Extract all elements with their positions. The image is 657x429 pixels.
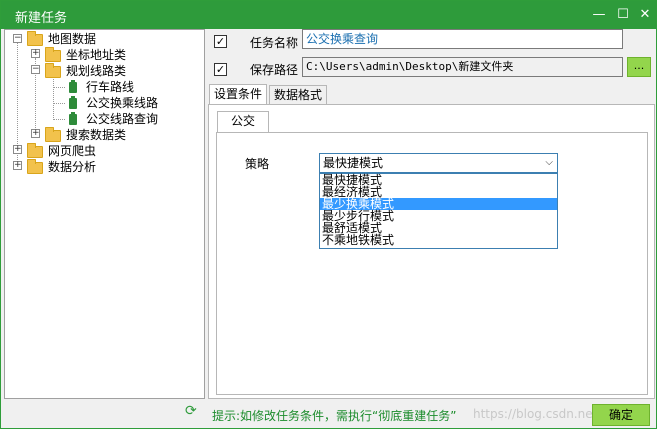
strategy-dropdown: 最快捷模式 最经济模式 最少换乘模式 最少步行模式 最舒适模式 不乘地铁模式: [319, 173, 558, 249]
leaf-icon: [69, 96, 77, 109]
expand-icon[interactable]: +: [31, 129, 40, 138]
tree-line: [53, 87, 65, 88]
tree-item-drive[interactable]: 行车路线: [86, 79, 134, 95]
strategy-selected-value: 最快捷模式: [323, 156, 384, 170]
leaf-icon: [69, 80, 77, 93]
collapse-icon[interactable]: −: [13, 34, 22, 43]
ok-button[interactable]: 确定: [592, 404, 650, 426]
folder-icon: [45, 47, 61, 62]
folder-icon: [27, 31, 43, 46]
refresh-icon[interactable]: ⟳: [185, 403, 197, 419]
window-title: 新建任务: [15, 11, 68, 26]
collapse-icon[interactable]: −: [31, 65, 40, 74]
strategy-label: 策略: [245, 157, 270, 171]
save-path-checkbox[interactable]: ✓: [214, 63, 227, 76]
watermark-text: https://blog.csdn.net/: [473, 407, 602, 421]
folder-icon: [27, 143, 43, 158]
expand-icon[interactable]: +: [13, 145, 22, 154]
category-tree: − 地图数据 + 坐标地址类 − 规划线路类 行车路线 公交换乘线路 公交线路查…: [4, 29, 205, 399]
strategy-select[interactable]: 最快捷模式 ⌵: [319, 153, 558, 173]
tree-line: [53, 103, 65, 104]
strategy-option[interactable]: 不乘地铁模式: [320, 234, 557, 246]
tree-item-transfer[interactable]: 公交换乘线路: [86, 95, 158, 111]
expand-icon[interactable]: +: [31, 49, 40, 58]
save-path-input[interactable]: C:\Users\admin\Desktop\新建文件夹: [302, 57, 623, 77]
chevron-down-icon: ⌵: [545, 157, 553, 168]
tree-item-coord[interactable]: 坐标地址类: [66, 47, 126, 63]
tab-settings[interactable]: 设置条件: [209, 84, 267, 105]
tab-data-format[interactable]: 数据格式: [269, 85, 327, 105]
tree-item-route[interactable]: 规划线路类: [66, 63, 126, 79]
browse-button[interactable]: ...: [627, 57, 651, 77]
tab-bus[interactable]: 公交: [217, 111, 269, 132]
close-button[interactable]: ✕: [635, 5, 655, 25]
tree-item-crawler[interactable]: 网页爬虫: [48, 143, 96, 159]
tree-line: [53, 119, 65, 120]
folder-icon: [45, 63, 61, 78]
tree-item-search[interactable]: 搜索数据类: [66, 127, 126, 143]
tree-line: [53, 74, 54, 118]
footer-bar: ⟳ 提示:如修改任务条件，需执行“彻底重建任务” https://blog.cs…: [1, 399, 656, 429]
minimize-button[interactable]: —: [589, 5, 609, 25]
tree-item-analysis[interactable]: 数据分析: [48, 159, 96, 175]
new-task-window: 新建任务 — ☐ ✕ − 地图数据 + 坐标地址类 − 规划线路类 行车路线 公…: [0, 0, 657, 429]
expand-icon[interactable]: +: [13, 161, 22, 170]
folder-icon: [45, 127, 61, 142]
leaf-icon: [69, 112, 77, 125]
task-name-checkbox[interactable]: ✓: [214, 35, 227, 48]
folder-icon: [27, 159, 43, 174]
task-settings-area: ✓ 任务名称 公交换乘查询 ✓ 保存路径 C:\Users\admin\Desk…: [208, 29, 655, 399]
rebuild-hint: 提示:如修改任务条件，需执行“彻底重建任务”: [212, 409, 457, 423]
task-name-label: 任务名称: [250, 36, 299, 50]
save-path-label: 保存路径: [250, 63, 299, 77]
title-bar: 新建任务 — ☐ ✕: [1, 1, 656, 29]
tree-item-map-data[interactable]: 地图数据: [48, 31, 96, 47]
task-name-input[interactable]: 公交换乘查询: [302, 29, 623, 49]
tree-item-busline[interactable]: 公交线路查询: [86, 111, 158, 127]
maximize-button[interactable]: ☐: [613, 5, 633, 25]
